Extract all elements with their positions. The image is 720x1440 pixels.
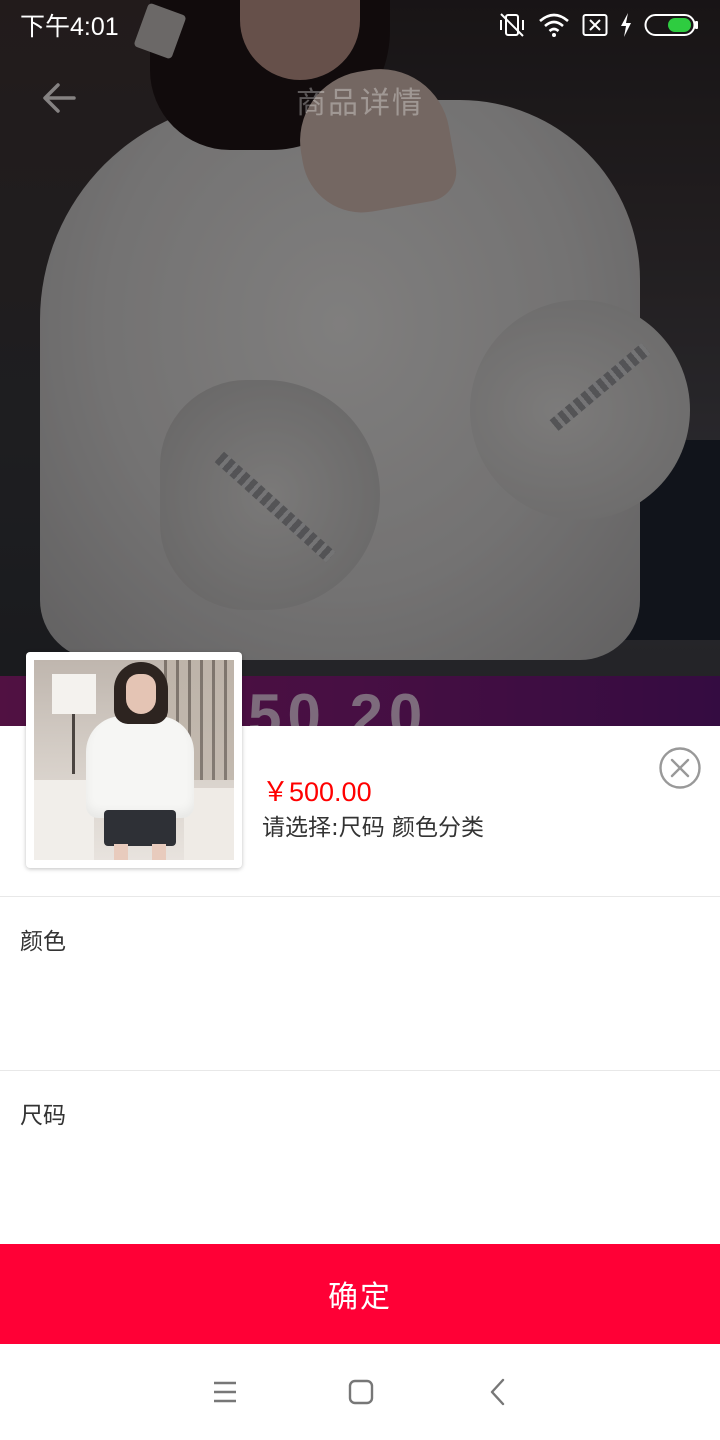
system-nav-bar bbox=[0, 1344, 720, 1440]
sim-off-icon bbox=[582, 14, 608, 36]
battery-icon bbox=[644, 14, 698, 36]
charging-icon bbox=[621, 13, 631, 37]
product-thumbnail-image bbox=[34, 660, 234, 860]
menu-icon[interactable] bbox=[207, 1374, 243, 1410]
section-label-size: 尺码 bbox=[20, 1103, 66, 1129]
section-label-color: 颜色 bbox=[20, 929, 66, 955]
status-time: 下午4:01 bbox=[20, 13, 119, 41]
home-icon[interactable] bbox=[343, 1374, 379, 1410]
close-circle-icon[interactable] bbox=[658, 746, 702, 790]
back-icon[interactable] bbox=[481, 1374, 517, 1410]
divider bbox=[0, 1070, 720, 1071]
page-title: 商品详情 bbox=[296, 86, 424, 121]
product-price: ￥500.00 bbox=[262, 777, 372, 807]
select-hint: 请选择:尺码 颜色分类 bbox=[262, 815, 485, 841]
confirm-button-label: 确定 bbox=[328, 1280, 392, 1315]
wifi-icon bbox=[539, 13, 569, 37]
screen: 0 10/150 20 下午4:01 bbox=[0, 0, 720, 1440]
product-thumbnail bbox=[26, 652, 242, 868]
status-bar: 下午4:01 bbox=[0, 0, 720, 50]
divider bbox=[0, 896, 720, 897]
top-nav: 商品详情 bbox=[0, 60, 720, 134]
confirm-button[interactable]: 确定 bbox=[0, 1244, 720, 1344]
vibrate-off-icon bbox=[500, 13, 524, 37]
